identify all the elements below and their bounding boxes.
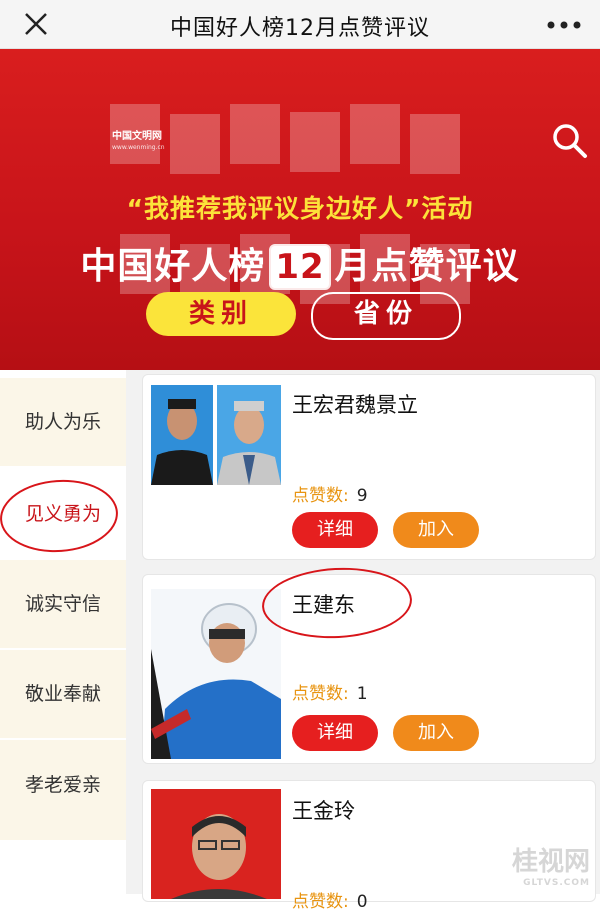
watermark-sub: GLTVS.COM xyxy=(523,878,590,888)
likes-label: 点赞数: xyxy=(292,684,349,704)
detail-button[interactable]: 详细 xyxy=(292,715,378,751)
likes-count: 点赞数: 9 xyxy=(292,481,368,506)
likes-label: 点赞数: xyxy=(292,892,349,912)
category-filter-button[interactable]: 类别 xyxy=(146,292,296,336)
campaign-banner: 中国文明网 www.wenming.cn “我推荐我评议身边好人”活动 中国好人… xyxy=(0,49,600,370)
sidebar-item-honesty[interactable]: 诚实守信 xyxy=(0,560,126,648)
likes-value: 0 xyxy=(356,892,368,912)
likes-value: 1 xyxy=(356,684,368,704)
likes-count: 点赞数: 0 xyxy=(292,887,368,912)
nominee-name: 王金玲 xyxy=(292,799,355,823)
join-button[interactable]: 加入 xyxy=(393,512,479,548)
category-sidebar: 助人为乐 见义勇为 诚实守信 敬业奉献 孝老爱亲 xyxy=(0,370,126,894)
calendar-month-badge: 12 xyxy=(269,244,331,290)
brand-name: 中国文明网 xyxy=(112,131,162,142)
likes-label: 点赞数: xyxy=(292,486,349,506)
nominee-photo xyxy=(151,589,281,759)
top-bar: 中国好人榜12月点赞评议 xyxy=(0,0,600,49)
site-watermark: 桂视网 GLTVS.COM xyxy=(512,841,590,888)
campaign-headline: 中国好人榜 12 月点赞评议 xyxy=(0,237,600,290)
likes-value: 9 xyxy=(356,486,368,506)
search-icon[interactable] xyxy=(550,121,588,159)
page-title: 中国好人榜12月点赞评议 xyxy=(170,16,430,41)
sidebar-item-filial-piety[interactable]: 孝老爱亲 xyxy=(0,740,126,840)
nominee-photo xyxy=(151,385,281,485)
detail-button[interactable]: 详细 xyxy=(292,512,378,548)
more-icon[interactable] xyxy=(546,20,582,30)
sidebar-item-dedication[interactable]: 敬业奉献 xyxy=(0,650,126,738)
campaign-slogan: “我推荐我评议身边好人”活动 xyxy=(126,194,474,223)
nominee-name: 王宏君魏景立 xyxy=(292,393,418,417)
headline-suffix: 月点赞评议 xyxy=(334,246,520,287)
headline-prefix: 中国好人榜 xyxy=(80,246,266,287)
province-filter-button[interactable]: 省份 xyxy=(311,292,461,340)
likes-count: 点赞数: 1 xyxy=(292,679,368,704)
brand-logo: 中国文明网 www.wenming.cn xyxy=(112,131,165,153)
join-button[interactable]: 加入 xyxy=(393,715,479,751)
watermark-text: 桂视网 xyxy=(511,847,590,877)
sidebar-item-helping-others[interactable]: 助人为乐 xyxy=(0,378,126,466)
nominee-photo xyxy=(151,789,281,899)
brand-url: www.wenming.cn xyxy=(112,144,165,151)
nominee-card[interactable]: 王宏君魏景立 点赞数: 9 详细 加入 xyxy=(142,374,596,560)
